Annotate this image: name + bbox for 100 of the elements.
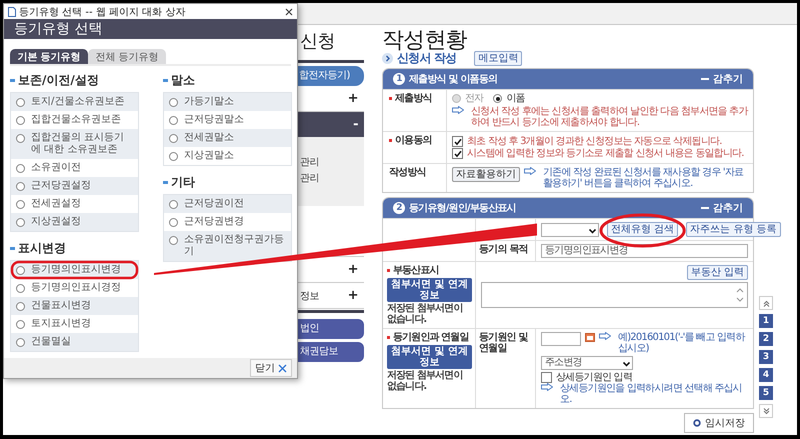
memo-button[interactable]: 메모입력: [474, 51, 522, 66]
list-item[interactable]: 등기명의인표시경정: [11, 279, 138, 297]
date-field[interactable]: [541, 332, 581, 346]
radio-button[interactable]: [16, 164, 25, 173]
radio-button[interactable]: [169, 218, 178, 227]
option-label: 등기명의인표시경정: [31, 282, 121, 294]
radio-button[interactable]: [169, 134, 178, 143]
chevron-circle-icon: [382, 53, 393, 64]
list-item[interactable]: 근저당권설정: [11, 177, 138, 195]
section-jump-button[interactable]: 4: [759, 368, 773, 382]
attachment-button[interactable]: 첨부서면 및 연계정보: [387, 345, 472, 369]
list-item[interactable]: 지상권말소: [164, 147, 291, 165]
section-jump-button[interactable]: 2: [759, 332, 773, 346]
attachment-button[interactable]: 첨부서면 및 연계정보: [387, 278, 472, 302]
list-item[interactable]: 전세권말소: [164, 129, 291, 147]
section-jump-button[interactable]: 1: [759, 314, 773, 328]
list-item[interactable]: 건물표시변경: [11, 297, 138, 315]
consent-text: 시스템에 입력한 정보와 등기소로 제출할 신청서 내용은 동일합니다.: [467, 148, 744, 159]
radio-button[interactable]: [16, 284, 25, 293]
close-icon: [278, 364, 287, 372]
radio-button[interactable]: [169, 152, 178, 161]
close-icon[interactable]: [285, 8, 293, 16]
list-item[interactable]: 건물멸실: [11, 333, 138, 351]
collapse-toggle[interactable]: 감추기: [701, 201, 743, 215]
list-item[interactable]: 집합건물소유권보존: [11, 111, 138, 129]
tab[interactable]: 기본 등기유형: [10, 49, 88, 64]
calendar-icon[interactable]: [585, 332, 595, 342]
scroll-bottom-button[interactable]: [759, 404, 773, 418]
search-button[interactable]: 전체유형 검색: [607, 222, 678, 237]
option-label: 근저당권말소: [184, 114, 244, 126]
reuse-button[interactable]: 자료활용하기: [452, 167, 520, 182]
register-button[interactable]: 자주쓰는 유형 등록: [686, 222, 781, 237]
property-textarea[interactable]: [481, 282, 748, 308]
group-title: 보존/이전/설정: [18, 72, 99, 89]
radio-button[interactable]: [169, 236, 178, 245]
tab[interactable]: 전체 등기유형: [88, 49, 166, 64]
page-title: 신청: [299, 30, 336, 54]
minus-icon: [701, 78, 709, 80]
list-item[interactable]: 토지표시변경: [11, 315, 138, 333]
consent-text: 최초 작성 후 3개월이 경과한 신청정보는 자동으로 삭제됩니다.: [467, 136, 722, 147]
radio-button[interactable]: [16, 302, 25, 311]
radio-button[interactable]: [169, 98, 178, 107]
chevron-up-icon: [736, 287, 744, 293]
list-item[interactable]: 집합건물의 표시등기에 대한 소유권보존: [11, 129, 138, 159]
list-item[interactable]: 지상권설정: [11, 213, 138, 231]
menu-label[interactable]: 정보: [300, 288, 319, 302]
section-jump-button[interactable]: 3: [759, 350, 773, 364]
radio-button[interactable]: [16, 116, 25, 125]
submenu-link[interactable]: 관리: [300, 171, 364, 185]
radio-button[interactable]: [493, 94, 502, 103]
section-jump-button[interactable]: 5: [759, 386, 773, 400]
radio-button[interactable]: [16, 266, 25, 275]
checkbox[interactable]: [452, 136, 463, 147]
menu-pill[interactable]: 법인: [298, 319, 364, 339]
purpose-field[interactable]: 등기명의인표시변경: [541, 244, 748, 258]
arrow-icon: [524, 167, 536, 175]
scroll-top-button[interactable]: [759, 296, 773, 310]
close-button[interactable]: 닫기: [250, 359, 292, 377]
radio-button[interactable]: [16, 338, 25, 347]
bullet-icon: [163, 79, 168, 82]
radio-button[interactable]: [169, 116, 178, 125]
option-label: 토지표시변경: [31, 318, 91, 330]
card-title: 등기유형/원인/부동산표시: [409, 202, 516, 215]
property-input-button[interactable]: 부동산 입력: [686, 265, 748, 280]
list-item[interactable]: 근저당권말소: [164, 111, 291, 129]
expand-toggle[interactable]: +: [348, 288, 358, 303]
type-select[interactable]: [541, 222, 599, 236]
list-item[interactable]: 근저당권변경: [164, 213, 291, 231]
cause-select[interactable]: 주소변경: [541, 356, 633, 370]
radio-button[interactable]: [16, 98, 25, 107]
checkbox[interactable]: [452, 148, 463, 159]
submenu-link[interactable]: 관리: [300, 155, 364, 169]
radio-button[interactable]: [169, 200, 178, 209]
menu-header[interactable]: -: [298, 112, 364, 137]
list-item[interactable]: 소유권이전청구권가등기: [164, 231, 291, 261]
expand-toggle[interactable]: +: [348, 262, 358, 277]
list-item[interactable]: 소유권이전: [11, 159, 138, 177]
attachment-note: 저장된 첨부서면이 없습니다.: [387, 303, 464, 325]
bullet-icon: [10, 79, 15, 82]
collapse-toggle[interactable]: -: [353, 117, 358, 132]
menu-pill[interactable]: 채권담보: [298, 342, 364, 362]
radio-button[interactable]: [16, 182, 25, 191]
expand-toggle[interactable]: +: [348, 91, 358, 106]
arrow-icon: [541, 383, 553, 391]
radio-button[interactable]: [16, 200, 25, 209]
option-label: 전세권설정: [31, 198, 81, 210]
collapse-toggle[interactable]: 감추기: [701, 72, 743, 86]
list-item[interactable]: 전세권설정: [11, 195, 138, 213]
checkbox[interactable]: [541, 372, 552, 383]
radio-button[interactable]: [16, 320, 25, 329]
dialog-heading: 등기유형 선택: [4, 19, 297, 39]
option-label: 가등기말소: [184, 96, 234, 108]
radio-button[interactable]: [16, 134, 25, 143]
list-item[interactable]: 근저당권이전: [164, 195, 291, 213]
list-item[interactable]: 토지/건물소유권보존: [11, 93, 138, 111]
list-item[interactable]: 가등기말소: [164, 93, 291, 111]
double-chevron-up-icon: [762, 300, 770, 306]
radio-button[interactable]: [16, 218, 25, 227]
temp-save-button[interactable]: 임시저장: [684, 413, 754, 433]
category-tab[interactable]: 합전자등기): [298, 66, 364, 86]
